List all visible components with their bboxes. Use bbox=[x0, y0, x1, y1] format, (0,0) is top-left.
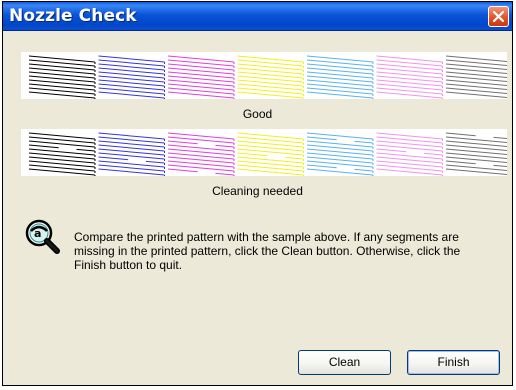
nozzle-pattern-block bbox=[306, 132, 374, 176]
finish-button[interactable]: Finish bbox=[407, 350, 500, 375]
cleaning-needed-pattern-sample bbox=[21, 129, 507, 176]
nozzle-pattern-block bbox=[445, 55, 507, 99]
nozzle-check-dialog: Nozzle Check Good Cleaning needed a Comp… bbox=[2, 1, 513, 386]
nozzle-pattern-block bbox=[306, 55, 374, 99]
clean-button[interactable]: Clean bbox=[298, 350, 391, 375]
nozzle-pattern-block bbox=[376, 55, 443, 99]
nozzle-pattern-block bbox=[167, 132, 235, 176]
nozzle-pattern-block bbox=[237, 55, 304, 99]
nozzle-pattern-block bbox=[445, 132, 507, 176]
good-pattern-sample bbox=[21, 52, 507, 99]
magnifier-info-icon: a bbox=[25, 219, 60, 254]
window-title: Nozzle Check bbox=[9, 6, 137, 26]
title-bar[interactable]: Nozzle Check bbox=[3, 2, 512, 31]
instructions-text: Compare the printed pattern with the sam… bbox=[74, 230, 461, 272]
nozzle-pattern-block bbox=[98, 55, 165, 99]
nozzle-pattern-block bbox=[28, 132, 96, 176]
nozzle-pattern-block bbox=[28, 55, 96, 99]
nozzle-pattern-block bbox=[376, 132, 443, 176]
good-pattern-label: Good bbox=[242, 107, 273, 121]
close-icon bbox=[493, 11, 504, 22]
nozzle-pattern-block bbox=[98, 132, 165, 176]
cleaning-needed-label: Cleaning needed bbox=[212, 184, 303, 198]
close-button[interactable] bbox=[488, 6, 509, 27]
svg-text:a: a bbox=[34, 227, 41, 240]
nozzle-pattern-block bbox=[237, 132, 304, 176]
nozzle-pattern-block bbox=[167, 55, 235, 99]
